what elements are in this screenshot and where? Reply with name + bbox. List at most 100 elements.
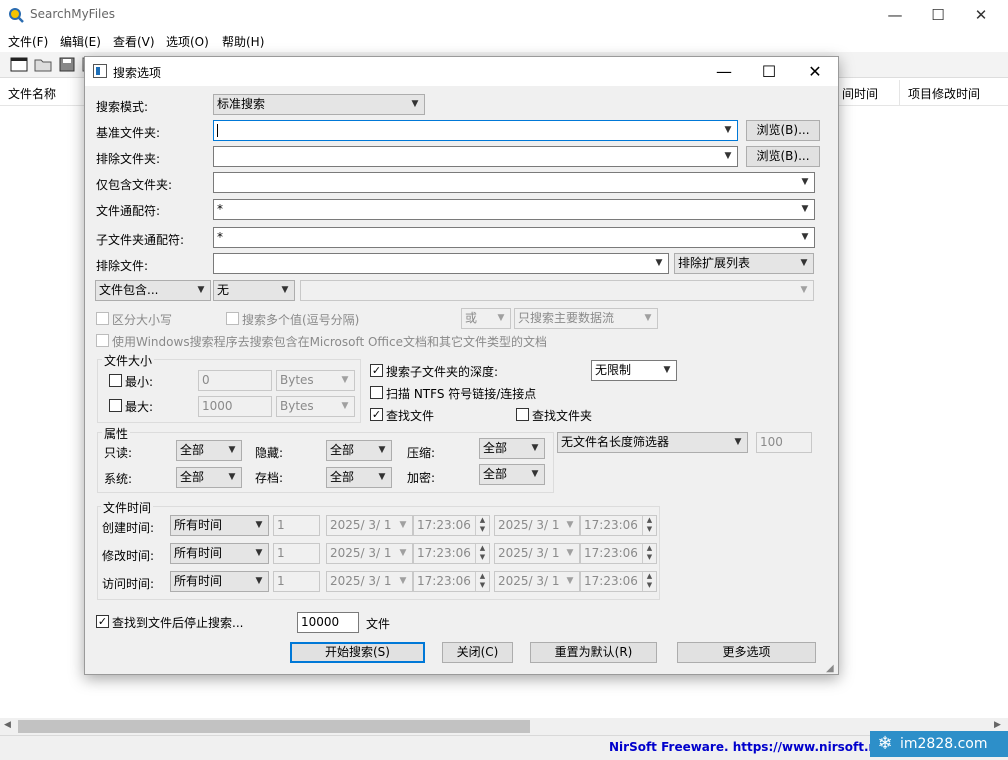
dialog-close-button[interactable]: ✕ [795, 57, 835, 86]
base-folder-label: 基准文件夹: [96, 126, 161, 140]
accessed-time-select[interactable]: 所有时间 ▼ [170, 571, 269, 592]
created-time-from[interactable]: 17:23:06 ▲ ▼ [413, 515, 490, 536]
dialog-maximize-button[interactable]: ☐ [749, 57, 789, 86]
more-options-button[interactable]: 更多选项 [677, 642, 816, 663]
column-filename[interactable]: 文件名称 [8, 85, 56, 102]
subfolder-wildcard-input[interactable]: * ▼ [213, 227, 815, 248]
start-search-button[interactable]: 开始搜索(S) [290, 642, 425, 663]
close-button[interactable]: ✕ [958, 0, 1004, 30]
data-stream-select[interactable]: 只搜索主要数据流 ▼ [514, 308, 658, 329]
chevron-down-icon: ▼ [801, 177, 809, 187]
find-folders-checkbox[interactable] [516, 408, 529, 421]
modified-date-to[interactable]: 2025/ 3/ 1 ▼ [494, 543, 580, 564]
maximize-button[interactable]: ☐ [915, 0, 961, 30]
modified-time-to[interactable]: 17:23:06 ▲ ▼ [580, 543, 657, 564]
modified-time-select[interactable]: 所有时间 ▼ [170, 543, 269, 564]
file-wildcard-input[interactable]: * ▼ [213, 199, 815, 220]
base-folder-input[interactable]: ▼ [213, 120, 738, 141]
contains-type-select[interactable]: 文件包含... ▼ [95, 280, 211, 301]
case-sensitive-checkbox[interactable] [96, 312, 109, 325]
created-time-to[interactable]: 17:23:06 ▲ ▼ [580, 515, 657, 536]
min-size-checkbox[interactable] [109, 374, 122, 387]
accessed-date-from[interactable]: 2025/ 3/ 1 ▼ [326, 571, 413, 592]
min-size-unit-select[interactable]: Bytes ▼ [276, 370, 355, 391]
close-dialog-button[interactable]: 关闭(C) [442, 642, 513, 663]
archive-select[interactable]: 全部 ▼ [326, 467, 392, 488]
chevron-down-icon: ▼ [399, 520, 407, 530]
system-label: 系统: [104, 472, 133, 486]
browse-base-button[interactable]: 浏览(B)... [746, 120, 820, 141]
encrypted-select[interactable]: 全部 ▼ [479, 464, 545, 485]
scroll-left-icon[interactable]: ◀ [4, 720, 11, 730]
windows-search-checkbox[interactable] [96, 334, 109, 347]
find-files-checkbox[interactable]: ✓ [370, 408, 383, 421]
name-length-filter-select[interactable]: 无文件名长度筛选器 ▼ [557, 432, 748, 453]
exclude-folder-label: 排除文件夹: [96, 152, 161, 166]
max-size-label: 最大: [125, 400, 154, 414]
name-length-input[interactable]: 100 [756, 432, 812, 453]
subfolder-depth-checkbox[interactable]: ✓ [370, 364, 383, 377]
contains-value-input[interactable]: ▼ [300, 280, 814, 301]
spinner-icon[interactable]: ▲ ▼ [475, 544, 489, 563]
stop-after-checkbox[interactable]: ✓ [96, 615, 109, 628]
spinner-icon[interactable]: ▲ ▼ [475, 572, 489, 591]
nirsoft-link[interactable]: NirSoft Freeware. https://www.nirsoft.ne… [609, 740, 891, 754]
subfolder-wildcard-label: 子文件夹通配符: [96, 233, 185, 247]
search-mode-select[interactable]: 标准搜索 ▼ [213, 94, 425, 115]
scrollbar-thumb[interactable] [18, 720, 530, 733]
menu-options[interactable]: 选项(O) [166, 33, 209, 50]
exclude-ext-list-select[interactable]: 排除扩展列表 ▼ [674, 253, 814, 274]
window-icon[interactable] [10, 56, 28, 73]
column-time[interactable]: 间时间 [842, 85, 878, 102]
accessed-time-num[interactable]: 1 [273, 571, 320, 592]
exclude-folder-input[interactable]: ▼ [213, 146, 738, 167]
readonly-select[interactable]: 全部 ▼ [176, 440, 242, 461]
system-select[interactable]: 全部 ▼ [176, 467, 242, 488]
spinner-icon[interactable]: ▲ ▼ [642, 572, 656, 591]
menu-file[interactable]: 文件(F) [8, 33, 48, 50]
chevron-down-icon: ▼ [566, 520, 574, 530]
subfolder-depth-select[interactable]: 无限制 ▼ [591, 360, 677, 381]
spinner-icon[interactable]: ▲ ▼ [475, 516, 489, 535]
browse-exclude-button[interactable]: 浏览(B)... [746, 146, 820, 167]
resize-grip-icon[interactable]: ◢ [826, 663, 837, 674]
compressed-select[interactable]: 全部 ▼ [479, 438, 545, 459]
menu-help[interactable]: 帮助(H) [222, 33, 264, 50]
max-size-input[interactable]: 1000 [198, 396, 272, 417]
save-icon[interactable] [58, 56, 76, 73]
menu-view[interactable]: 查看(V) [113, 33, 155, 50]
contains-mode-select[interactable]: 无 ▼ [213, 280, 295, 301]
created-date-to[interactable]: 2025/ 3/ 1 ▼ [494, 515, 580, 536]
minimize-button[interactable]: — [872, 0, 918, 30]
folder-icon[interactable] [34, 56, 52, 73]
spinner-icon[interactable]: ▲ ▼ [642, 544, 656, 563]
modified-time-from[interactable]: 17:23:06 ▲ ▼ [413, 543, 490, 564]
created-time-select[interactable]: 所有时间 ▼ [170, 515, 269, 536]
accessed-time-to[interactable]: 17:23:06 ▲ ▼ [580, 571, 657, 592]
created-time-num[interactable]: 1 [273, 515, 320, 536]
multi-values-checkbox[interactable] [226, 312, 239, 325]
spinner-icon[interactable]: ▲ ▼ [642, 516, 656, 535]
menu-edit[interactable]: 编辑(E) [60, 33, 101, 50]
chevron-down-icon: ▼ [255, 548, 263, 558]
or-select[interactable]: 或 ▼ [461, 308, 511, 329]
chevron-down-icon: ▼ [281, 285, 289, 295]
reset-default-button[interactable]: 重置为默认(R) [530, 642, 657, 663]
modified-time-num[interactable]: 1 [273, 543, 320, 564]
scroll-right-icon[interactable]: ▶ [994, 720, 1001, 730]
max-size-unit-select[interactable]: Bytes ▼ [276, 396, 355, 417]
scan-ntfs-checkbox[interactable] [370, 386, 383, 399]
dialog-minimize-button[interactable]: — [704, 57, 744, 86]
stop-after-input[interactable]: 10000 [297, 612, 359, 633]
hidden-select[interactable]: 全部 ▼ [326, 440, 392, 461]
column-modified-time[interactable]: 项目修改时间 [908, 85, 980, 102]
accessed-date-to[interactable]: 2025/ 3/ 1 ▼ [494, 571, 580, 592]
min-size-input[interactable]: 0 [198, 370, 272, 391]
max-size-checkbox[interactable] [109, 399, 122, 412]
exclude-files-input[interactable]: ▼ [213, 253, 669, 274]
include-only-input[interactable]: ▼ [213, 172, 815, 193]
created-date-from[interactable]: 2025/ 3/ 1 ▼ [326, 515, 413, 536]
accessed-time-from[interactable]: 17:23:06 ▲ ▼ [413, 571, 490, 592]
modified-date-from[interactable]: 2025/ 3/ 1 ▼ [326, 543, 413, 564]
find-files-label: 查找文件 [386, 409, 435, 423]
